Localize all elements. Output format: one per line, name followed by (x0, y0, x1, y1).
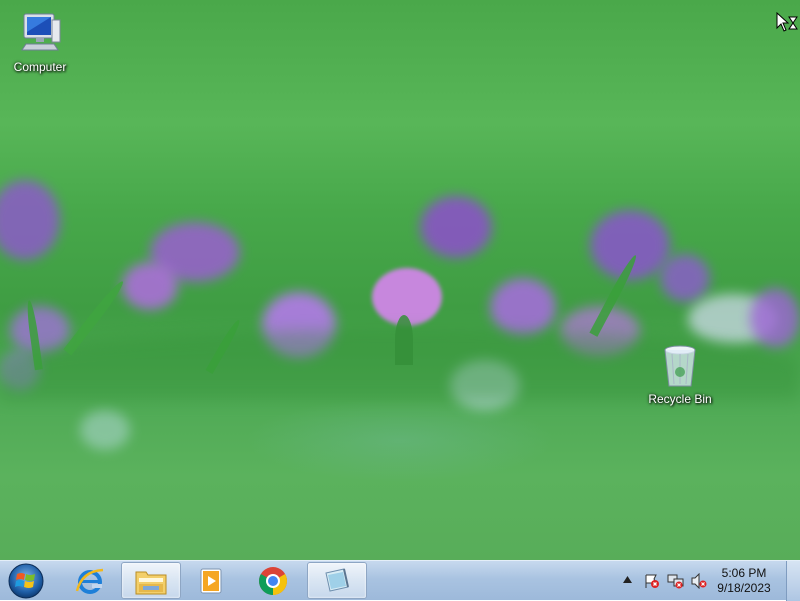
computer-icon (16, 10, 64, 58)
wallpaper-flower (80, 410, 130, 450)
desktop-icon-recycle-bin[interactable]: Recycle Bin (642, 342, 718, 406)
wallpaper-flower (0, 180, 60, 260)
clock-date: 9/18/2023 (717, 581, 771, 595)
triangle-up-icon (623, 576, 632, 583)
recycle-bin-icon (656, 342, 704, 390)
system-clock[interactable]: 5:06 PM 9/18/2023 (712, 566, 776, 596)
show-hidden-icons-button[interactable] (623, 575, 632, 586)
taskbar-item-internet-explorer[interactable] (62, 562, 118, 599)
desktop[interactable]: Computer Recycle Bin (0, 0, 800, 560)
folder-icon (135, 571, 167, 594)
wallpaper-flower (122, 262, 178, 310)
desktop-icon-label: Recycle Bin (648, 392, 712, 406)
chrome-icon (259, 566, 287, 595)
network-icon[interactable] (667, 573, 684, 592)
action-center-icon[interactable] (644, 573, 660, 592)
wallpaper-flower (420, 196, 492, 258)
start-button[interactable] (4, 561, 48, 601)
clock-time: 5:06 PM (721, 566, 767, 580)
desktop-icon-label: Computer (13, 60, 67, 74)
wallpaper-flower (660, 254, 710, 302)
notepad-icon (325, 567, 349, 592)
desktop-icon-computer[interactable]: Computer (2, 10, 78, 74)
show-desktop-button[interactable] (786, 561, 800, 601)
taskbar: 5:06 PM 9/18/2023 (0, 560, 800, 601)
media-player-icon (200, 568, 222, 593)
wallpaper-grass (395, 315, 413, 365)
internet-explorer-icon (75, 568, 104, 594)
taskbar-item-chrome[interactable] (244, 562, 302, 599)
volume-icon[interactable] (691, 572, 708, 592)
busy-cursor-icon (776, 11, 798, 34)
wallpaper-flower (750, 288, 800, 348)
wallpaper-flower (490, 278, 556, 336)
windows-logo-icon (8, 563, 44, 599)
notification-area: 5:06 PM 9/18/2023 (600, 561, 800, 601)
taskbar-item-media-player[interactable] (182, 562, 240, 599)
taskbar-item-notepad[interactable] (307, 562, 367, 599)
taskbar-item-windows-explorer[interactable] (121, 562, 181, 599)
